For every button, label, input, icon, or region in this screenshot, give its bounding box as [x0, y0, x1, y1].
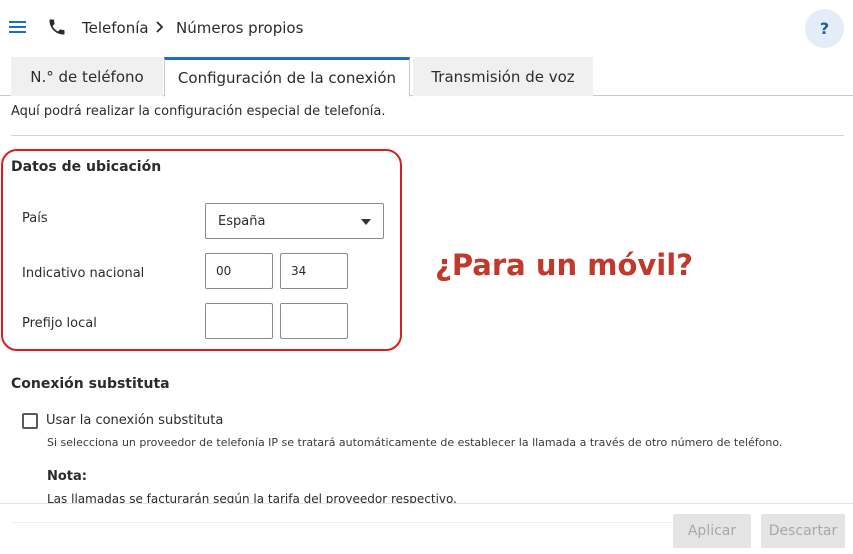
- header: Telefonía Números propios ?: [0, 0, 853, 58]
- menu-icon[interactable]: [9, 19, 26, 35]
- national-code-field-2[interactable]: [280, 253, 348, 289]
- apply-button[interactable]: Aplicar: [673, 514, 751, 548]
- tab-transmision-voz[interactable]: Transmisión de voz: [413, 57, 593, 96]
- substitute-checkbox-label[interactable]: Usar la conexión substituta: [46, 413, 223, 428]
- local-prefix-label: Prefijo local: [22, 316, 97, 331]
- intro-text: Aquí podrá realizar la configuración esp…: [11, 104, 386, 119]
- tab-numero-telefono[interactable]: N.° de teléfono: [11, 57, 163, 96]
- divider: [11, 135, 844, 136]
- tab-configuracion-conexion[interactable]: Configuración de la conexión: [164, 57, 410, 97]
- discard-button[interactable]: Descartar: [761, 514, 845, 548]
- help-button[interactable]: ?: [805, 9, 844, 48]
- chevron-right-icon: [156, 21, 164, 33]
- country-label: País: [22, 211, 48, 226]
- breadcrumb-current: Números propios: [176, 19, 304, 37]
- footer-divider: [11, 522, 671, 523]
- substitute-checkbox[interactable]: [22, 413, 38, 429]
- phone-icon: [49, 19, 65, 35]
- substitute-help-text: Si selecciona un proveedor de telefonía …: [47, 436, 783, 449]
- caret-down-icon: [361, 219, 371, 225]
- location-section-title: Datos de ubicación: [11, 159, 162, 175]
- national-code-label: Indicativo nacional: [22, 266, 145, 281]
- annotation-text: ¿Para un móvil?: [435, 248, 693, 282]
- country-select[interactable]: España: [205, 203, 384, 239]
- national-code-field-1[interactable]: [205, 253, 273, 289]
- country-value: España: [218, 214, 266, 229]
- local-prefix-field-2[interactable]: [280, 303, 348, 339]
- breadcrumb-telefonia[interactable]: Telefonía: [82, 19, 149, 37]
- note-title: Nota:: [47, 469, 87, 484]
- local-prefix-field-1[interactable]: [205, 303, 273, 339]
- substitute-section-title: Conexión substituta: [11, 376, 170, 392]
